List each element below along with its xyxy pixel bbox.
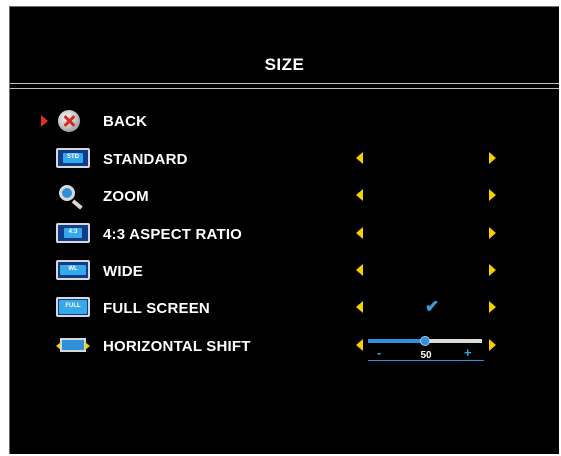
title-divider-bottom — [10, 88, 559, 89]
arrow-right-icon[interactable] — [489, 189, 496, 201]
slider-baseline — [368, 360, 484, 361]
menu-item-horizontal-shift[interactable]: HORIZONTAL SHIFT - 50 + — [10, 332, 560, 361]
slider-knob[interactable] — [420, 336, 430, 346]
arrow-right-icon[interactable] — [489, 264, 496, 276]
slider-fill — [368, 339, 425, 343]
menu-item-aspect-ratio[interactable]: 4:3 4:3 ASPECT RATIO — [10, 220, 560, 248]
menu-title: SIZE — [264, 55, 305, 74]
arrow-right-icon[interactable] — [489, 227, 496, 239]
checkmark-icon: ✔ — [425, 297, 440, 316]
menu-item-label: BACK — [103, 113, 148, 130]
arrow-right-icon[interactable] — [489, 339, 496, 351]
wide-mode-icon: WL — [56, 260, 90, 280]
full-screen-icon: FULL — [56, 297, 90, 317]
menu-item-label: FULL SCREEN — [103, 300, 210, 317]
arrow-left-icon[interactable] — [356, 189, 363, 201]
menu-item-label: ZOOM — [103, 188, 149, 205]
menu-item-back[interactable]: BACK — [10, 107, 560, 135]
menu-item-label: STANDARD — [103, 151, 188, 168]
slider-plus-label: + — [464, 345, 472, 360]
menu-item-standard[interactable]: STD STANDARD — [10, 145, 560, 173]
menu-item-zoom[interactable]: ZOOM — [10, 182, 560, 210]
arrow-right-icon[interactable] — [489, 152, 496, 164]
arrow-left-icon[interactable] — [356, 264, 363, 276]
zoom-magnifier-icon — [56, 184, 90, 210]
menu-item-wide[interactable]: WL WIDE — [10, 257, 560, 285]
title-divider-top — [10, 83, 559, 84]
aspect-ratio-icon: 4:3 — [56, 223, 90, 243]
osd-size-menu: SIZE BACK STD STANDARD ZOOM 4:3 4:3 ASPE… — [9, 6, 559, 454]
menu-item-full-screen[interactable]: FULL FULL SCREEN ✔ — [10, 294, 560, 322]
arrow-left-icon[interactable] — [356, 339, 363, 351]
menu-item-label: WIDE — [103, 263, 143, 280]
horizontal-shift-slider[interactable]: - 50 + — [368, 335, 486, 361]
arrow-left-icon[interactable] — [356, 152, 363, 164]
arrow-left-icon[interactable] — [356, 301, 363, 313]
horizontal-shift-icon — [56, 335, 90, 355]
menu-item-label: HORIZONTAL SHIFT — [103, 338, 251, 355]
back-icon — [58, 110, 80, 132]
standard-mode-icon: STD — [56, 148, 90, 168]
menu-item-label: 4:3 ASPECT RATIO — [103, 226, 243, 243]
arrow-left-icon[interactable] — [356, 227, 363, 239]
arrow-right-icon[interactable] — [489, 301, 496, 313]
selection-arrow-icon — [41, 115, 48, 127]
